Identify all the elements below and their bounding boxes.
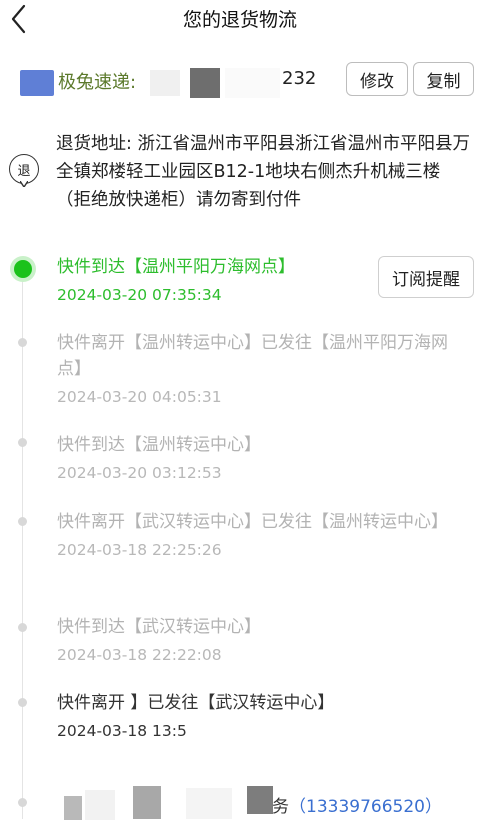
courier-row: 极兔速递: 232 修改 复制 <box>0 62 480 102</box>
service-phone-link[interactable]: （13339766520） <box>289 797 442 817</box>
event-time: 2024-03-20 04:05:31 <box>57 388 222 406</box>
header: 您的退货物流 <box>0 0 480 42</box>
event-title: 快件离开 】已发往【武汉转运中心】 <box>57 693 335 713</box>
edit-button[interactable]: 修改 <box>346 62 408 96</box>
event-time: 2024-03-20 03:12:53 <box>57 464 222 482</box>
timeline-event: 快件到达【温州转运中心】 2024-03-20 03:12:53 <box>57 432 467 484</box>
timeline-event: 快件离开【温州转运中心】已发往【温州平阳万海网点】 2024-03-20 04:… <box>57 330 467 408</box>
event-time: 2024-03-18 22:25:26 <box>57 541 222 559</box>
timeline-dot-active <box>14 260 32 278</box>
timeline-event: 快件到达【武汉转运中心】 2024-03-18 22:22:08 <box>57 614 467 666</box>
subscribe-reminder-button[interactable]: 订阅提醒 <box>378 256 474 298</box>
redacted-block <box>85 790 115 820</box>
timeline-dot <box>18 338 27 347</box>
redacted-block <box>186 788 232 819</box>
event-title: 快件离开【温州转运中心】已发往【温州平阳万海网点】 <box>57 333 448 379</box>
return-address-text: 退货地址: 浙江省温州市平阳县浙江省温州市平阳县万全镇郑楼轻工业园区B12-1地… <box>56 134 470 210</box>
timeline-line <box>22 270 23 819</box>
event-time: 2024-03-18 22:22:08 <box>57 646 222 664</box>
timeline-dot <box>18 698 27 707</box>
timeline-dot <box>18 438 27 447</box>
pin-tip-icon <box>20 181 28 187</box>
redacted-block <box>190 68 220 98</box>
courier-name: 极兔速递: <box>58 72 137 93</box>
timeline-event: 快件离开【武汉转运中心】已发往【温州转运中心】 2024-03-18 22:25… <box>57 509 467 561</box>
courier-logo-icon <box>20 70 54 96</box>
timeline-dot <box>18 517 27 526</box>
return-address-icon: 退 <box>9 154 39 184</box>
event-title: 快件离开【武汉转运中心】已发往【温州转运中心】 <box>57 512 448 532</box>
page-title: 您的退货物流 <box>182 9 297 31</box>
redacted-block <box>247 786 273 814</box>
service-info: 务（13339766520） <box>272 792 442 817</box>
event-time: 2024-03-18 13:5 <box>57 722 187 740</box>
timeline-event: 快件离开 】已发往【武汉转运中心】 2024-03-18 13:5 <box>57 690 467 742</box>
copy-button[interactable]: 复制 <box>413 62 474 96</box>
return-icon-label: 退 <box>17 163 31 179</box>
timeline-dot <box>18 623 27 632</box>
redacted-block <box>225 68 280 98</box>
event-title: 快件到达【温州转运中心】 <box>57 435 261 455</box>
redacted-block <box>150 70 180 96</box>
tracking-number: 232 <box>282 68 317 89</box>
redacted-block <box>64 796 82 820</box>
service-label: 务 <box>272 797 289 817</box>
service-row: 务（13339766520） <box>0 786 480 820</box>
redacted-block <box>133 786 161 819</box>
event-title: 快件到达【武汉转运中心】 <box>57 617 261 637</box>
